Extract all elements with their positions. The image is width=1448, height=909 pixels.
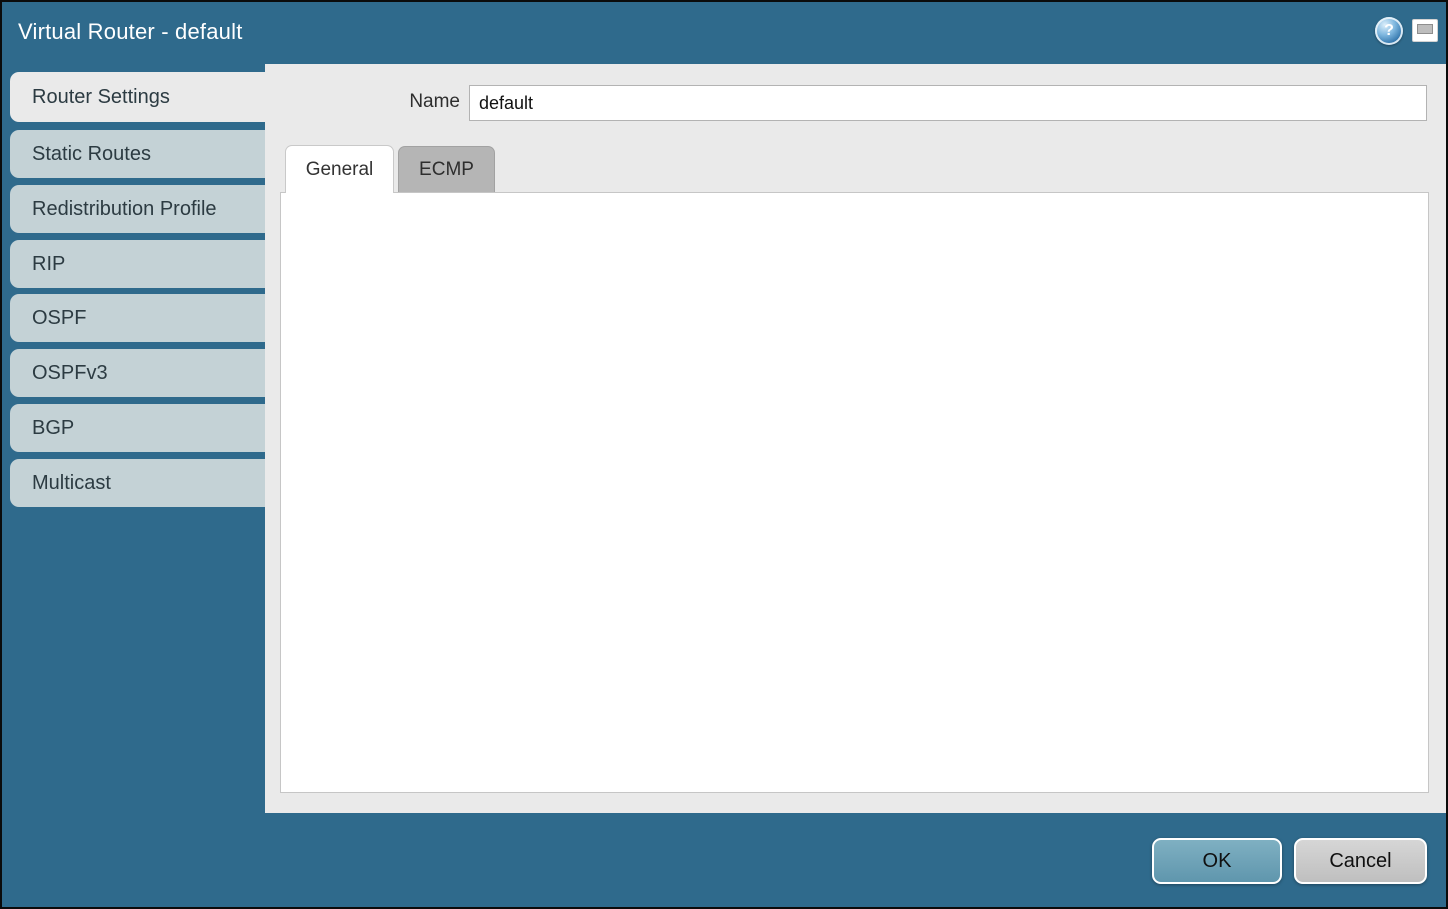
sidebar-item-rip[interactable]: RIP <box>10 240 265 288</box>
window-restore-glyph <box>1417 24 1433 34</box>
sidebar-item-bgp[interactable]: BGP <box>10 404 265 452</box>
sidebar-item-ospfv3[interactable]: OSPFv3 <box>10 349 265 397</box>
sidebar-item-label: RIP <box>32 253 65 276</box>
sidebar-item-redistribution-profile[interactable]: Redistribution Profile <box>10 185 265 233</box>
sidebar-item-router-settings[interactable]: Router Settings <box>10 72 268 122</box>
sidebar-item-static-routes[interactable]: Static Routes <box>10 130 265 178</box>
ok-button-label: OK <box>1203 850 1232 873</box>
tab-ecmp[interactable]: ECMP <box>398 146 495 192</box>
cancel-button[interactable]: Cancel <box>1294 838 1427 884</box>
sidebar-item-label: OSPFv3 <box>32 362 108 385</box>
tab-label: General <box>306 159 374 181</box>
help-glyph: ? <box>1384 22 1394 40</box>
dialog-title: Virtual Router - default <box>18 19 243 45</box>
content-area: Name General ECMP Interfaces <box>265 64 1447 813</box>
sidebar-item-label: Redistribution Profile <box>32 198 217 221</box>
ok-button[interactable]: OK <box>1152 838 1282 884</box>
name-input[interactable] <box>469 85 1427 121</box>
sidebar-item-label: BGP <box>32 417 74 440</box>
general-tab-panel <box>280 192 1429 793</box>
sidebar-item-label: Multicast <box>32 472 111 495</box>
sidebar-item-label: Static Routes <box>32 143 151 166</box>
help-icon[interactable]: ? <box>1375 17 1403 45</box>
virtual-router-dialog: Virtual Router - default ? Router Settin… <box>0 0 1448 909</box>
sidebar-item-ospf[interactable]: OSPF <box>10 294 265 342</box>
titlebar: Virtual Router - default ? <box>2 2 1446 64</box>
tab-label: ECMP <box>419 159 474 181</box>
cancel-button-label: Cancel <box>1329 850 1391 873</box>
sidebar-item-label: OSPF <box>32 307 86 330</box>
sidebar-item-label: Router Settings <box>32 86 170 109</box>
window-restore-icon[interactable] <box>1412 19 1438 42</box>
name-field-label: Name <box>405 91 460 113</box>
sidebar-item-multicast[interactable]: Multicast <box>10 459 265 507</box>
tab-general[interactable]: General <box>285 145 394 193</box>
